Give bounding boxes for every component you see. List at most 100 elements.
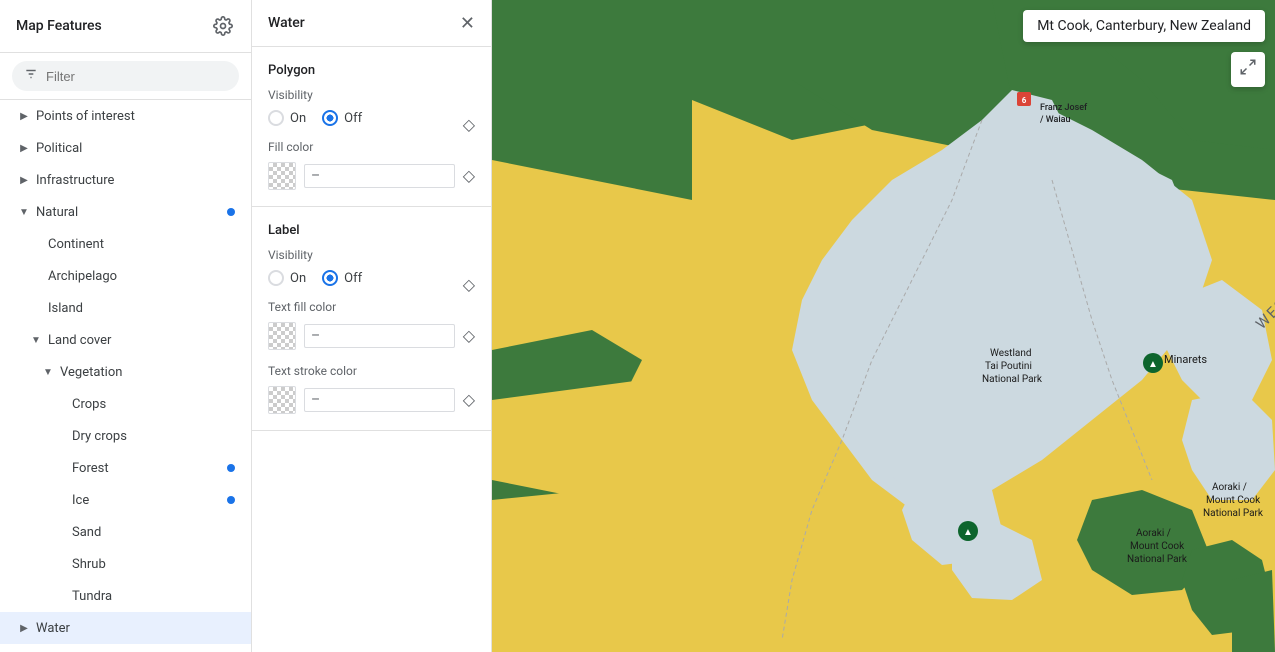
tree-item-forest[interactable]: Forest <box>0 452 251 484</box>
label-on-option[interactable]: On <box>268 270 306 286</box>
label-visibility-diamond[interactable]: ◇ <box>463 275 475 295</box>
search-text: Mt Cook, Canterbury, New Zealand <box>1037 18 1251 34</box>
label-textstroke-row: – ◇ <box>268 386 475 414</box>
svg-text:Minarets: Minarets <box>1164 353 1207 366</box>
tree-item-ice[interactable]: Ice <box>0 484 251 516</box>
label-on-label: On <box>290 271 306 286</box>
tree-item-sand[interactable]: Sand <box>0 516 251 548</box>
tree-item-crops[interactable]: Crops <box>0 388 251 420</box>
label-textstroke-label: Text stroke color <box>268 364 475 378</box>
arrow-landcover <box>28 332 44 348</box>
gear-button[interactable] <box>211 14 235 38</box>
filter-icon <box>24 67 38 85</box>
svg-text:National Park: National Park <box>1127 554 1188 565</box>
tree-item-natural[interactable]: Natural <box>0 196 251 228</box>
dot-forest <box>227 464 235 472</box>
map-svg: 6 Franz Josef / Waiau ▲ Mount D'Archiac … <box>492 0 1275 652</box>
label-visibility-label: Visibility <box>268 248 475 262</box>
tree-label-infrastructure: Infrastructure <box>36 173 114 188</box>
tree-item-vegetation[interactable]: Vegetation <box>0 356 251 388</box>
label-textstroke-swatch[interactable] <box>268 386 296 414</box>
polygon-fillcolor-row: – ◇ <box>268 162 475 190</box>
svg-text:/ Waiau: / Waiau <box>1040 115 1071 125</box>
dot-natural <box>227 208 235 216</box>
arrow-natural <box>16 204 32 220</box>
fullscreen-button[interactable] <box>1231 52 1265 87</box>
tree-label-tundra: Tundra <box>72 589 112 604</box>
label-on-radio[interactable] <box>268 270 284 286</box>
tree-item-background[interactable]: Background <box>0 644 251 652</box>
tree-item-continent[interactable]: Continent <box>0 228 251 260</box>
label-off-option[interactable]: Off <box>322 270 362 286</box>
polygon-fillcolor-diamond[interactable]: ◇ <box>463 166 475 186</box>
tree-label-crops: Crops <box>72 397 106 412</box>
tree-label-island: Island <box>48 301 83 316</box>
polygon-off-radio[interactable] <box>322 110 338 126</box>
panel-title: Map Features <box>16 18 102 34</box>
tree-label-landcover: Land cover <box>48 333 111 348</box>
polygon-off-label: Off <box>344 111 362 126</box>
label-textstroke-diamond[interactable]: ◇ <box>463 390 475 410</box>
tree-label-sand: Sand <box>72 525 101 540</box>
tree-item-political[interactable]: Political <box>0 132 251 164</box>
tree-label-natural: Natural <box>36 205 78 220</box>
tree-item-shrub[interactable]: Shrub <box>0 548 251 580</box>
tree-label-ice: Ice <box>72 493 89 508</box>
label-radio-group: On Off <box>268 270 362 286</box>
map-area[interactable]: 6 Franz Josef / Waiau ▲ Mount D'Archiac … <box>492 0 1275 652</box>
polygon-section: Polygon Visibility On Off ◇ Fill color –… <box>252 47 491 207</box>
label-textfill-swatch[interactable] <box>268 322 296 350</box>
tree-item-archipelago[interactable]: Archipelago <box>0 260 251 292</box>
arrow-infrastructure <box>16 172 32 188</box>
polygon-on-radio[interactable] <box>268 110 284 126</box>
svg-text:Mount Cook: Mount Cook <box>1130 541 1185 552</box>
polygon-on-option[interactable]: On <box>268 110 306 126</box>
tree-item-drycrops[interactable]: Dry crops <box>0 420 251 452</box>
label-textfill-label: Text fill color <box>268 300 475 314</box>
left-panel: Map Features Points of interestPolitical… <box>0 0 252 652</box>
polygon-radio-group: On Off <box>268 110 362 126</box>
tree-label-forest: Forest <box>72 461 109 476</box>
tree-label-continent: Continent <box>48 237 104 252</box>
panel-header: Map Features <box>0 0 251 53</box>
tree-item-tundra[interactable]: Tundra <box>0 580 251 612</box>
label-textfill-value: – <box>304 324 455 348</box>
label-section-title: Label <box>268 223 475 238</box>
tree-label-drycrops: Dry crops <box>72 429 127 444</box>
svg-text:Aoraki /: Aoraki / <box>1212 482 1247 493</box>
label-section: Label Visibility On Off ◇ Text fill colo… <box>252 207 491 431</box>
filter-input-wrap <box>12 61 239 91</box>
filter-bar <box>0 53 251 100</box>
label-textstroke-value: – <box>304 388 455 412</box>
mid-panel: Water ✕ Polygon Visibility On Off ◇ Fill… <box>252 0 492 652</box>
polygon-visibility-label: Visibility <box>268 88 475 102</box>
mid-panel-title: Water <box>268 15 305 31</box>
tree-label-water: Water <box>36 621 70 636</box>
polygon-section-title: Polygon <box>268 63 475 78</box>
filter-input[interactable] <box>46 69 227 84</box>
label-off-radio[interactable] <box>322 270 338 286</box>
tree-item-landcover[interactable]: Land cover <box>0 324 251 356</box>
tree-item-water[interactable]: Water <box>0 612 251 644</box>
arrow-vegetation <box>40 364 56 380</box>
tree-item-infrastructure[interactable]: Infrastructure <box>0 164 251 196</box>
close-button[interactable]: ✕ <box>460 14 475 32</box>
polygon-visibility-row: On Off ◇ <box>268 110 475 140</box>
tree-label-vegetation: Vegetation <box>60 365 122 380</box>
tree-label-archipelago: Archipelago <box>48 269 117 284</box>
polygon-color-swatch[interactable] <box>268 162 296 190</box>
svg-text:National Park: National Park <box>1203 508 1264 519</box>
polygon-color-value: – <box>304 164 455 188</box>
label-off-label: Off <box>344 271 362 286</box>
arrow-poi <box>16 108 32 124</box>
svg-text:Tai Poutini: Tai Poutini <box>985 361 1032 372</box>
polygon-off-option[interactable]: Off <box>322 110 362 126</box>
svg-text:6: 6 <box>1022 96 1027 105</box>
svg-text:▲: ▲ <box>1148 359 1158 370</box>
polygon-visibility-diamond[interactable]: ◇ <box>463 115 475 135</box>
tree-nav: Points of interestPolitical Infrastructur… <box>0 100 251 652</box>
tree-item-island[interactable]: Island <box>0 292 251 324</box>
tree-item-poi[interactable]: Points of interest <box>0 100 251 132</box>
svg-text:Aoraki /: Aoraki / <box>1136 528 1171 539</box>
label-textfill-diamond[interactable]: ◇ <box>463 326 475 346</box>
